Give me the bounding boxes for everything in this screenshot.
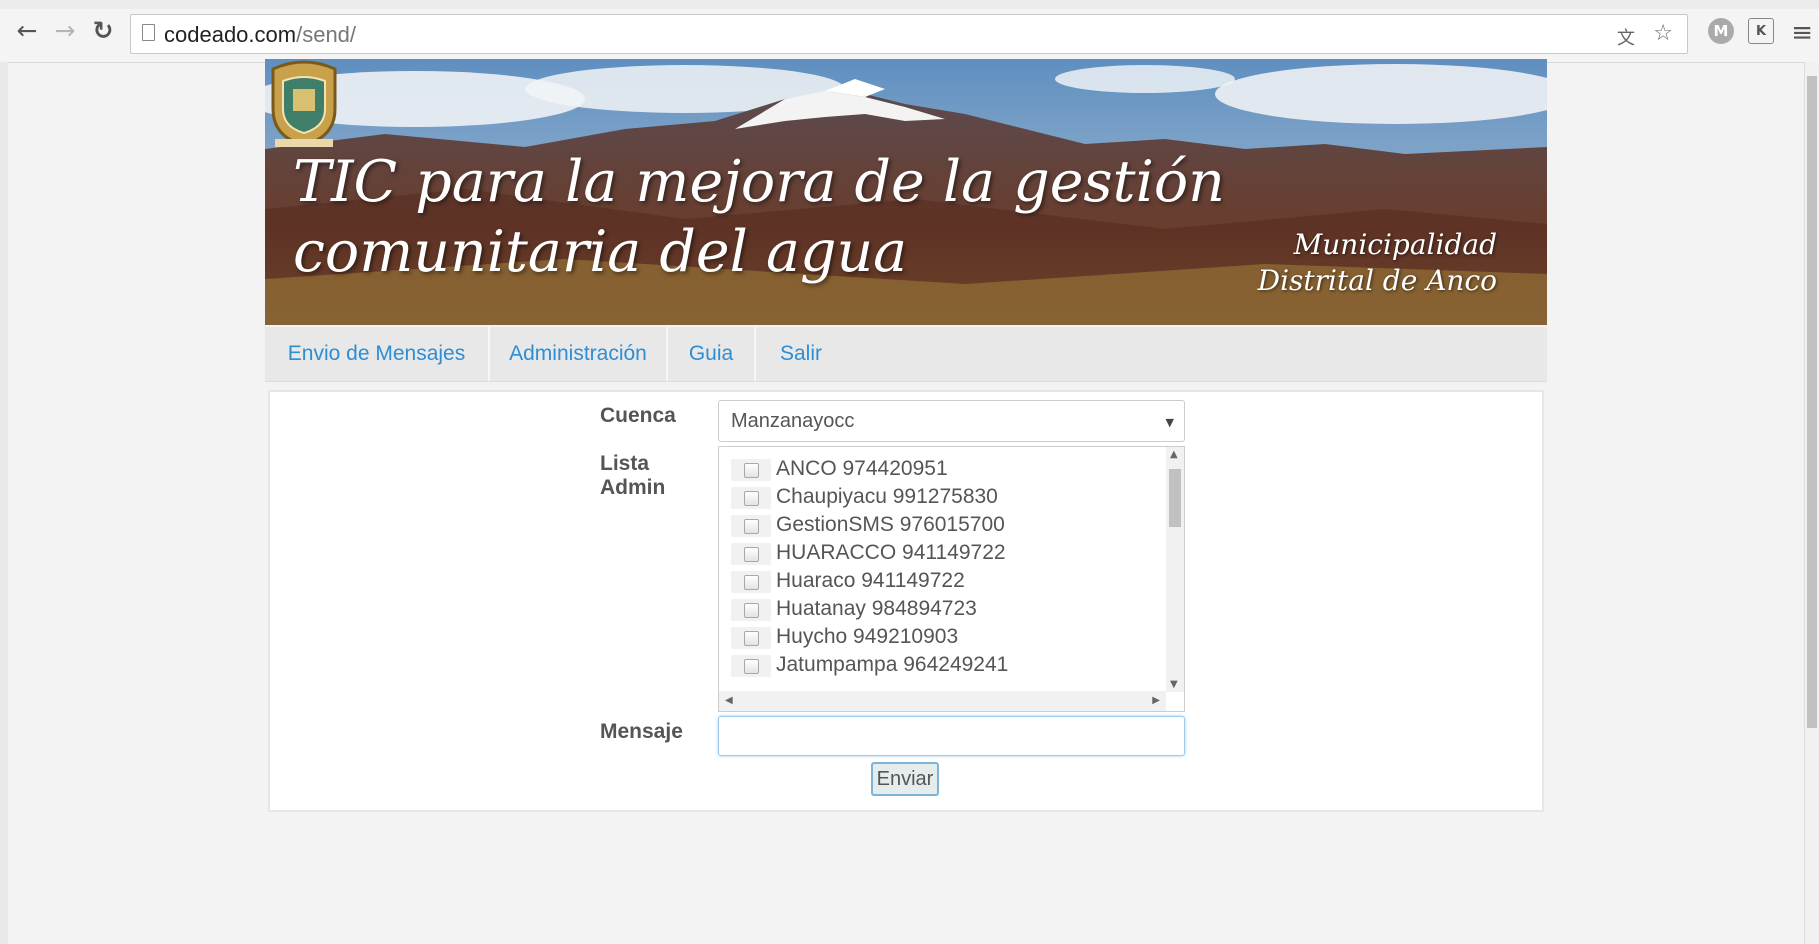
checkbox[interactable] (731, 487, 771, 509)
admin-label: Huycho 949210903 (776, 625, 959, 648)
banner-title: TIC para la mejora de la gestión comunita… (293, 149, 1225, 285)
municipality-seal-logo (271, 60, 337, 147)
cuenca-selected-value: Manzanayocc (731, 410, 855, 432)
page-icon (142, 24, 155, 41)
browser-toolbar: ← → ↻ codeado.com/send/ 文 ☆ M K ≡ (0, 0, 1819, 63)
admin-label: ANCO 974420951 (776, 457, 948, 480)
admin-label: Jatumpampa 964249241 (776, 653, 1009, 676)
nav-guia[interactable]: Guia (668, 327, 754, 381)
checkbox[interactable] (731, 627, 771, 649)
chevron-down-icon: ▼ (1165, 416, 1174, 429)
list-scrollbar-thumb[interactable] (1169, 469, 1181, 527)
nav-envio-de-mensajes[interactable]: Envio de Mensajes (265, 327, 488, 381)
scroll-left-arrow-icon[interactable]: ◀ (725, 695, 733, 706)
mensaje-input[interactable] (718, 716, 1185, 756)
page-scrollbar-thumb[interactable] (1807, 76, 1817, 728)
scroll-down-arrow-icon[interactable]: ▼ (1170, 679, 1178, 690)
forward-arrow-icon[interactable]: → (50, 16, 80, 46)
extension-m-icon[interactable]: M (1708, 18, 1734, 44)
main-nav: Envio de Mensajes Administración Guia Sa… (265, 327, 1547, 382)
header-banner: TIC para la mejora de la gestión comunita… (265, 59, 1547, 325)
extension-k-icon[interactable]: K (1748, 18, 1774, 44)
page-scrollbar[interactable] (1804, 62, 1819, 944)
cuenca-label: Cuenca (600, 404, 676, 427)
checkbox[interactable] (731, 571, 771, 593)
nav-salir[interactable]: Salir (756, 327, 846, 381)
window-edge (0, 62, 8, 944)
nav-administracion[interactable]: Administración (490, 327, 666, 381)
checkbox[interactable] (731, 599, 771, 621)
checkbox[interactable] (731, 459, 771, 481)
admin-label: Chaupiyacu 991275830 (776, 485, 998, 508)
admin-checkbox-list[interactable]: ANCO 974420951 Chaupiyacu 991275830 Gest… (718, 446, 1185, 712)
list-vertical-scrollbar[interactable]: ▲ ▼ (1166, 447, 1184, 692)
checkbox[interactable] (731, 515, 771, 537)
back-arrow-icon[interactable]: ← (12, 16, 42, 46)
admin-label: Huatanay 984894723 (776, 597, 977, 620)
municipality-name: Municipalidad Distrital de Anco (1257, 228, 1497, 297)
checkbox[interactable] (731, 655, 771, 677)
url-text[interactable]: codeado.com/send/ (164, 22, 356, 48)
scroll-right-arrow-icon[interactable]: ▶ (1152, 695, 1160, 706)
scroll-up-arrow-icon[interactable]: ▲ (1170, 449, 1178, 460)
admin-label: GestionSMS 976015700 (776, 513, 1005, 536)
cuenca-select[interactable]: Manzanayocc ▼ (718, 400, 1185, 442)
list-horizontal-scrollbar[interactable]: ◀ ▶ (719, 691, 1166, 711)
enviar-button[interactable]: Enviar (871, 762, 939, 796)
tab-strip (0, 0, 1819, 9)
chrome-menu-icon[interactable]: ≡ (1791, 18, 1813, 48)
checkbox[interactable] (731, 543, 771, 565)
reload-icon[interactable]: ↻ (88, 16, 118, 46)
translate-icon[interactable]: 文 (1617, 24, 1635, 50)
admin-label: HUARACCO 941149722 (776, 541, 1006, 564)
lista-admin-label: Lista Admin (600, 452, 666, 499)
bookmark-star-icon[interactable]: ☆ (1653, 21, 1673, 46)
address-bar[interactable]: codeado.com/send/ 文 ☆ (130, 14, 1688, 54)
mensaje-label: Mensaje (600, 720, 683, 743)
admin-label: Huaraco 941149722 (776, 569, 965, 592)
